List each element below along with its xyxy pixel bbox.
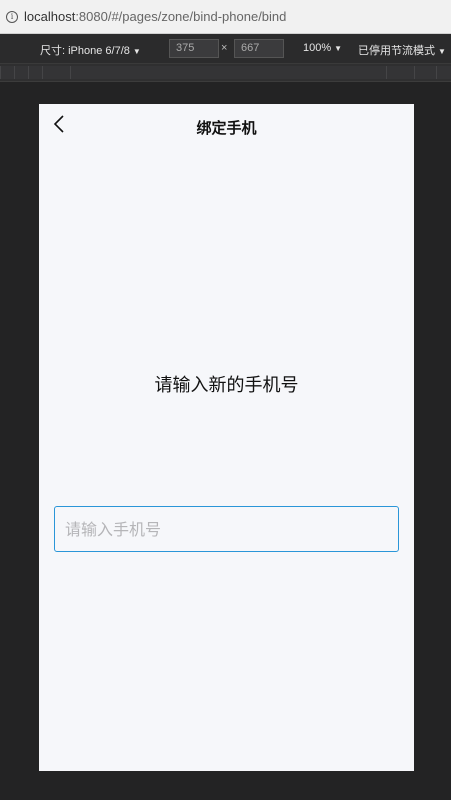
ruler-segment[interactable] (414, 66, 436, 79)
device-label: 尺寸: iPhone 6/7/8 (40, 45, 130, 57)
viewport-height-input[interactable]: 667 (234, 39, 284, 58)
ruler-segment[interactable] (386, 66, 414, 79)
throttle-label: 已停用节流模式 (358, 45, 435, 57)
info-icon[interactable]: i (6, 10, 18, 23)
viewport-width-input[interactable]: 375 (169, 39, 219, 58)
url-path: :8080/#/pages/zone/bind-phone/bind (75, 9, 287, 24)
ruler-segment[interactable] (436, 66, 451, 79)
url-host: localhost (24, 9, 76, 24)
phone-number-input[interactable] (54, 506, 399, 552)
zoom-label: 100% (303, 42, 332, 54)
media-query-ruler (0, 64, 451, 82)
ruler-segment[interactable] (14, 66, 28, 79)
ruler-segment[interactable] (70, 66, 386, 79)
url-text[interactable]: localhost:8080/#/pages/zone/bind-phone/b… (24, 9, 286, 24)
device-viewport: 绑定手机 请输入新的手机号 (39, 104, 414, 771)
dropdown-arrow-icon: ▼ (132, 47, 141, 56)
nav-bar: 绑定手机 (39, 104, 414, 148)
page-title: 绑定手机 (196, 119, 257, 137)
browser-address-bar[interactable]: i localhost:8080/#/pages/zone/bind-phone… (0, 0, 451, 34)
ruler-segment[interactable] (28, 66, 42, 79)
instruction-text: 请输入新的手机号 (154, 375, 299, 396)
dropdown-arrow-icon: ▼ (334, 44, 343, 53)
throttle-select[interactable]: 已停用节流模式 ▼ (358, 42, 446, 58)
zoom-select[interactable]: 100% ▼ (303, 42, 342, 54)
ruler-segment[interactable] (42, 66, 70, 79)
dropdown-arrow-icon: ▼ (438, 47, 446, 56)
dimension-separator: × (221, 42, 228, 54)
device-select[interactable]: 尺寸: iPhone 6/7/8 ▼ (40, 42, 141, 58)
device-toolbar: 尺寸: iPhone 6/7/8 ▼ 375 × 667 100% ▼ 已停用节流模… (0, 34, 451, 64)
ruler-segment[interactable] (0, 66, 14, 79)
